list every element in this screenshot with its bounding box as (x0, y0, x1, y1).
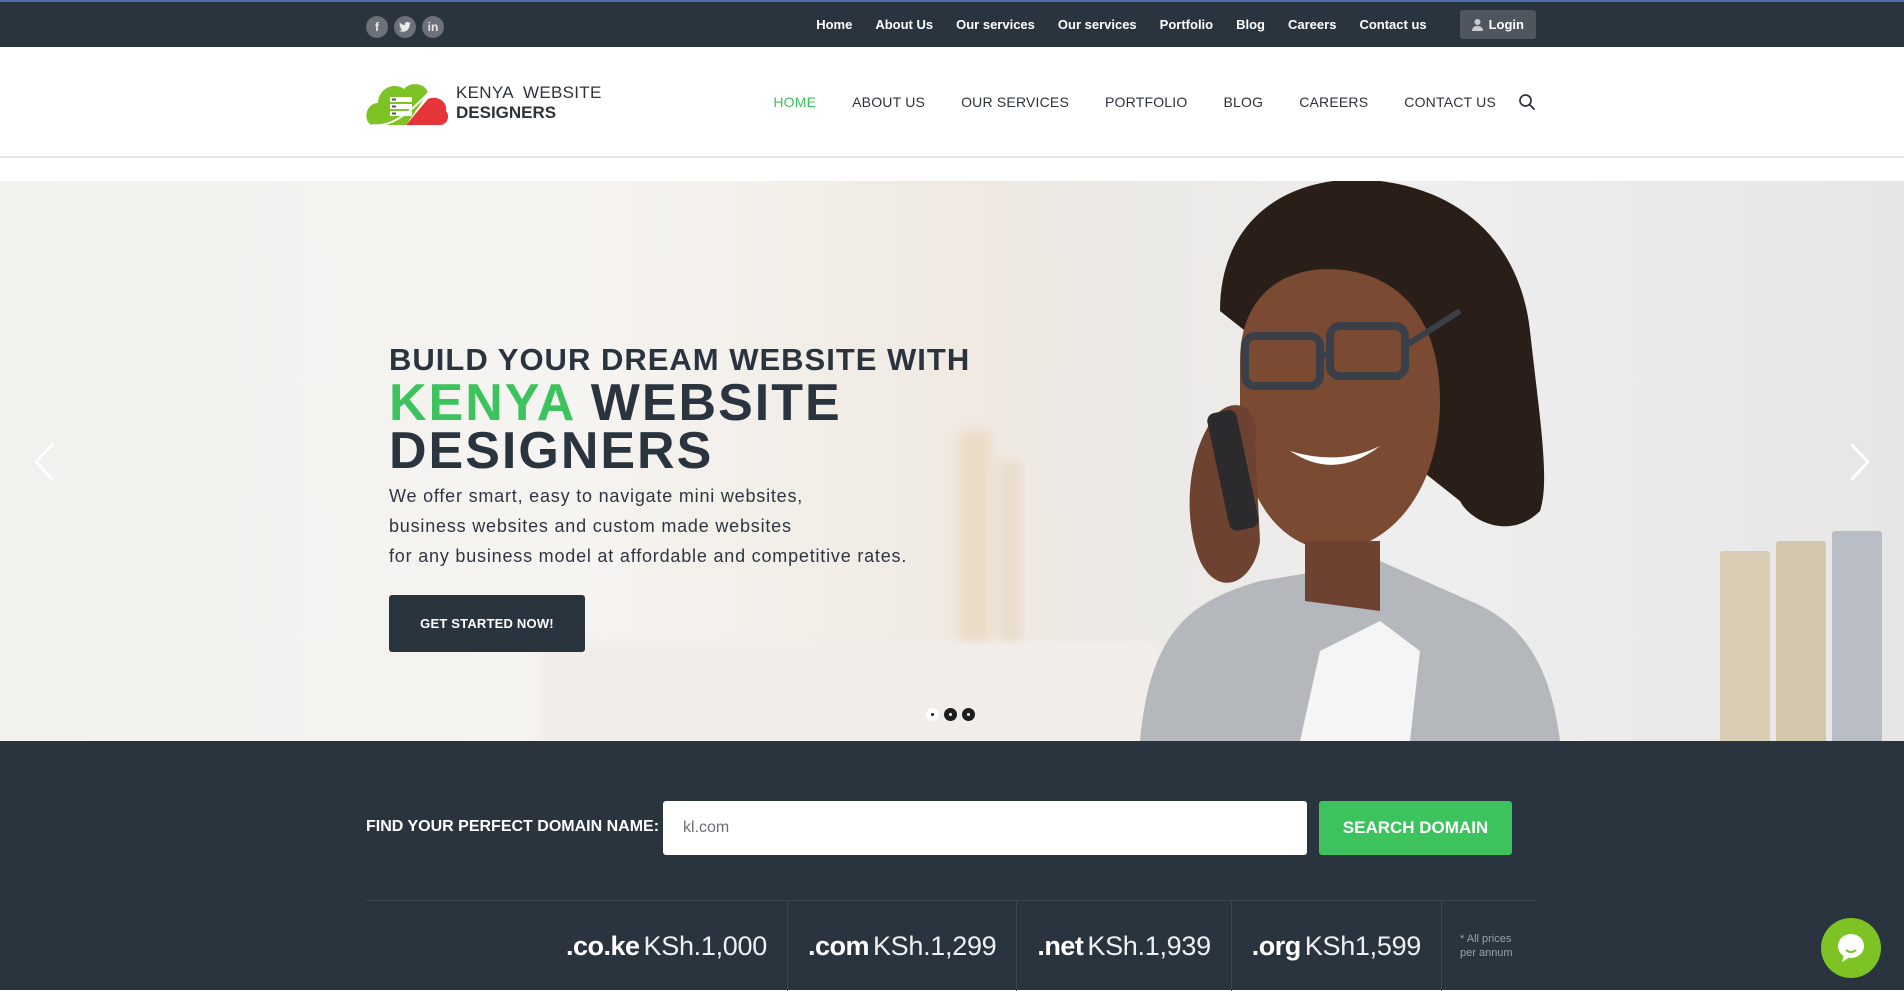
hero-headline-line3: DESIGNERS (389, 422, 714, 480)
hero-text: BUILD YOUR DREAM WEBSITE WITH KENYA WEBS… (389, 341, 970, 571)
linkedin-icon[interactable]: in (422, 16, 444, 38)
domain-price: KSh.1,939 (1087, 930, 1211, 961)
top-nav-our-services-2[interactable]: Our services (1058, 17, 1137, 32)
main-header: KENYA WEBSITE DESIGNERS HOME ABOUT US OU… (0, 47, 1904, 158)
hero-desc-line: business websites and custom made websit… (389, 516, 792, 536)
twitter-icon[interactable] (394, 16, 416, 38)
nav-portfolio[interactable]: PORTFOLIO (1105, 94, 1187, 110)
chat-bubble-icon (1838, 934, 1864, 962)
slider-dot-1[interactable] (926, 708, 939, 721)
hero-desc-line: We offer smart, easy to navigate mini we… (389, 486, 804, 506)
logo-line2: DESIGNERS (456, 103, 557, 122)
top-bar: f in Home About Us Our services Our serv… (0, 0, 1904, 47)
domain-price-item: .com KSh.1,299 (788, 901, 1018, 991)
domain-price-item: .co.ke KSh.1,000 (546, 901, 788, 991)
domain-price: KSh.1,299 (872, 930, 997, 961)
slider-dot-2[interactable] (944, 708, 957, 721)
logo[interactable]: KENYA WEBSITE DESIGNERS (366, 77, 602, 129)
top-nav-contact-us[interactable]: Contact us (1359, 17, 1426, 32)
social-links: f in (366, 16, 444, 38)
slider-prev-arrow-icon[interactable] (26, 439, 66, 485)
nav-about-us[interactable]: ABOUT US (852, 94, 925, 110)
domain-search-input[interactable] (663, 801, 1307, 855)
background-desk (540, 641, 1160, 741)
top-nav-portfolio[interactable]: Portfolio (1160, 17, 1213, 32)
top-nav-blog[interactable]: Blog (1236, 17, 1265, 32)
price-note-line1: * All prices (1460, 933, 1512, 945)
search-domain-button[interactable]: SEARCH DOMAIN (1319, 801, 1512, 855)
domain-tld: .org (1251, 930, 1302, 961)
background-binders (1700, 451, 1904, 741)
top-nav-our-services[interactable]: Our services (956, 17, 1035, 32)
nav-our-services[interactable]: OUR SERVICES (961, 94, 1069, 110)
hero-desc-line: for any business model at affordable and… (389, 546, 908, 566)
top-nav-about-us[interactable]: About Us (875, 17, 933, 32)
domain-search-label: FIND YOUR PERFECT DOMAIN NAME: (366, 818, 660, 835)
nav-careers[interactable]: CAREERS (1299, 94, 1368, 110)
domain-tld: .co.ke (565, 930, 640, 961)
top-nav-home[interactable]: Home (816, 17, 852, 32)
search-icon[interactable] (1518, 93, 1536, 111)
hero-description: We offer smart, easy to navigate mini we… (389, 481, 970, 571)
domain-tld: .net (1037, 930, 1084, 961)
price-note: * All prices per annum (1442, 901, 1536, 991)
login-label: Login (1488, 17, 1524, 32)
header-spacer (0, 158, 1904, 181)
top-nav-careers[interactable]: Careers (1288, 17, 1336, 32)
hero-photo-woman-on-phone (1140, 181, 1560, 741)
cloud-server-logo-icon (366, 84, 448, 127)
slider-dot-3[interactable] (962, 708, 975, 721)
domain-tld: .com (807, 930, 870, 961)
slider-next-arrow-icon[interactable] (1838, 439, 1878, 485)
domain-price-item: .net KSh.1,939 (1017, 901, 1232, 991)
logo-line1: KENYA WEBSITE (456, 82, 602, 102)
logo-text: KENYA WEBSITE DESIGNERS (456, 83, 602, 124)
slider-pagination (926, 708, 975, 721)
domain-price-item: .org KSh1,599 (1232, 901, 1442, 991)
main-nav: HOME ABOUT US OUR SERVICES PORTFOLIO BLO… (737, 47, 1536, 157)
hero-slider: BUILD YOUR DREAM WEBSITE WITH KENYA WEBS… (0, 181, 1904, 741)
hero-headline-line2: KENYA WEBSITE (389, 377, 970, 429)
user-icon (1471, 18, 1483, 31)
domain-search-section: FIND YOUR PERFECT DOMAIN NAME: SEARCH DO… (0, 741, 1904, 991)
chat-widget-button[interactable] (1821, 918, 1881, 978)
login-button[interactable]: Login (1459, 10, 1536, 39)
get-started-button[interactable]: GET STARTED NOW! (389, 595, 585, 652)
domain-price: KSh1,599 (1304, 930, 1422, 961)
nav-home[interactable]: HOME (773, 94, 816, 110)
domain-prices: .co.ke KSh.1,000 .com KSh.1,299 .net KSh… (366, 900, 1536, 991)
nav-blog[interactable]: BLOG (1223, 94, 1263, 110)
facebook-icon[interactable]: f (366, 16, 388, 38)
price-note-line2: per annum (1460, 947, 1513, 959)
nav-contact-us[interactable]: CONTACT US (1404, 94, 1496, 110)
domain-price: KSh.1,000 (643, 930, 768, 961)
top-nav: Home About Us Our services Our services … (793, 2, 1536, 47)
